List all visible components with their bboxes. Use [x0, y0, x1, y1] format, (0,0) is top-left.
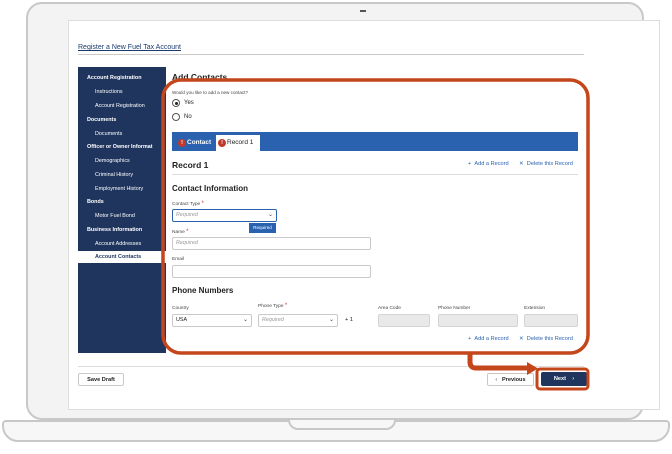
close-icon: ✕ — [519, 336, 524, 342]
add-record-link-bottom[interactable]: + Add a Record — [468, 336, 509, 342]
contact-type-label-text: Contact Type — [172, 202, 201, 207]
name-label: Name * — [172, 229, 188, 235]
phone-numbers-heading: Phone Numbers — [172, 286, 234, 295]
radio-no-label[interactable]: No — [184, 114, 192, 120]
phone-type-select[interactable]: Required ⌄ — [258, 314, 338, 327]
contact-type-placeholder: Required — [176, 212, 198, 218]
next-label: Next — [553, 376, 567, 382]
add-record-label: Add a Record — [474, 161, 509, 167]
sidebar-head-business-information[interactable]: Business Information — [78, 224, 166, 236]
sidebar-head-documents[interactable]: Documents — [78, 114, 166, 126]
chevron-right-icon: › — [572, 376, 575, 382]
add-record-label: Add a Record — [474, 336, 509, 342]
required-marker: * — [186, 229, 189, 235]
next-button[interactable]: Next › — [541, 372, 587, 386]
sidebar-item-documents[interactable]: Documents — [78, 128, 166, 140]
camera-icon — [360, 10, 366, 12]
footer-divider — [78, 366, 584, 367]
sidebar-item-instructions[interactable]: Instructions — [78, 86, 166, 98]
chevron-down-icon: ⌄ — [267, 212, 273, 218]
contact-information-heading: Contact Information — [172, 184, 248, 193]
extension-label: Extension — [524, 306, 546, 311]
tab-contact[interactable]: ! Contact — [176, 135, 216, 151]
dial-code: + 1 — [345, 317, 353, 323]
contact-type-label: Contact Type * — [172, 201, 204, 207]
country-label: Country — [172, 306, 189, 311]
tab-record-1-label: Record 1 — [227, 139, 254, 146]
sidebar-item-account-addresses[interactable]: Account Addresses — [78, 238, 166, 250]
sidebar-item-motor-fuel-bond[interactable]: Motor Fuel Bond — [78, 210, 166, 222]
main-title: Add Contacts — [172, 72, 228, 82]
country-value: USA — [176, 317, 188, 323]
close-icon: ✕ — [519, 161, 524, 167]
radio-yes[interactable] — [172, 99, 180, 107]
extension-input[interactable] — [524, 314, 578, 327]
title-divider — [78, 54, 584, 55]
add-record-link-top[interactable]: + Add a Record — [468, 161, 509, 167]
chevron-down-icon: ⌄ — [328, 317, 334, 323]
sidebar-head-officer-owner[interactable]: Officer or Owner Informat — [78, 141, 166, 153]
email-input[interactable] — [172, 265, 371, 278]
sidebar-item-criminal-history[interactable]: Criminal History — [78, 169, 166, 181]
sidebar: Account Registration Instructions Accoun… — [78, 67, 166, 353]
required-tooltip: Required — [249, 223, 276, 233]
contact-type-select[interactable]: Required ⌄ — [172, 209, 277, 222]
previous-label: Previous — [501, 377, 526, 383]
delete-record-link-bottom[interactable]: ✕ Delete this Record — [519, 336, 573, 342]
chevron-down-icon: ⌄ — [242, 317, 248, 323]
sidebar-head-account-registration[interactable]: Account Registration — [78, 72, 166, 84]
chevron-left-icon: ‹ — [495, 377, 498, 383]
divider — [172, 174, 578, 175]
phone-number-label: Phone Number — [438, 306, 471, 311]
add-contact-question: Would you like to add a new contact? — [172, 90, 249, 95]
required-marker: * — [201, 201, 204, 207]
name-input[interactable]: Required — [172, 237, 371, 250]
laptop-notch — [288, 420, 396, 430]
radio-yes-label[interactable]: Yes — [184, 100, 194, 106]
page-title[interactable]: Register a New Fuel Tax Account — [78, 44, 181, 51]
country-select[interactable]: USA ⌄ — [172, 314, 252, 327]
name-label-text: Name — [172, 230, 185, 235]
tab-contact-label: Contact — [187, 139, 212, 146]
delete-record-label: Delete this Record — [526, 161, 573, 167]
area-code-input[interactable] — [378, 314, 430, 327]
name-placeholder: Required — [176, 240, 198, 246]
plus-icon: + — [468, 161, 472, 167]
sidebar-item-account-registration[interactable]: Account Registration — [78, 100, 166, 112]
phone-type-label: Phone Type * — [258, 303, 287, 309]
sidebar-item-employment-history[interactable]: Employment History — [78, 183, 166, 195]
sidebar-item-demographics[interactable]: Demographics — [78, 155, 166, 167]
plus-icon: + — [468, 336, 472, 342]
error-icon: ! — [178, 139, 186, 147]
error-icon: ! — [218, 139, 226, 147]
previous-button[interactable]: ‹ Previous — [487, 373, 534, 386]
laptop-base — [2, 420, 670, 442]
email-label: Email — [172, 257, 184, 262]
phone-number-input[interactable] — [438, 314, 518, 327]
sidebar-head-bonds[interactable]: Bonds — [78, 196, 166, 208]
delete-record-label: Delete this Record — [526, 336, 573, 342]
required-marker: * — [284, 303, 288, 309]
area-code-label: Area Code — [378, 306, 401, 311]
radio-no[interactable] — [172, 113, 180, 121]
sidebar-item-account-contacts[interactable]: Account Contacts — [78, 251, 166, 263]
record-title: Record 1 — [172, 160, 209, 170]
record-tab-bar: ! Contact ! Record 1 — [172, 132, 578, 151]
phone-type-placeholder: Required — [262, 317, 284, 323]
phone-type-label-text: Phone Type — [258, 304, 284, 309]
delete-record-link-top[interactable]: ✕ Delete this Record — [519, 161, 573, 167]
save-draft-button[interactable]: Save Draft — [78, 373, 124, 386]
tab-record-1[interactable]: ! Record 1 — [216, 135, 260, 151]
